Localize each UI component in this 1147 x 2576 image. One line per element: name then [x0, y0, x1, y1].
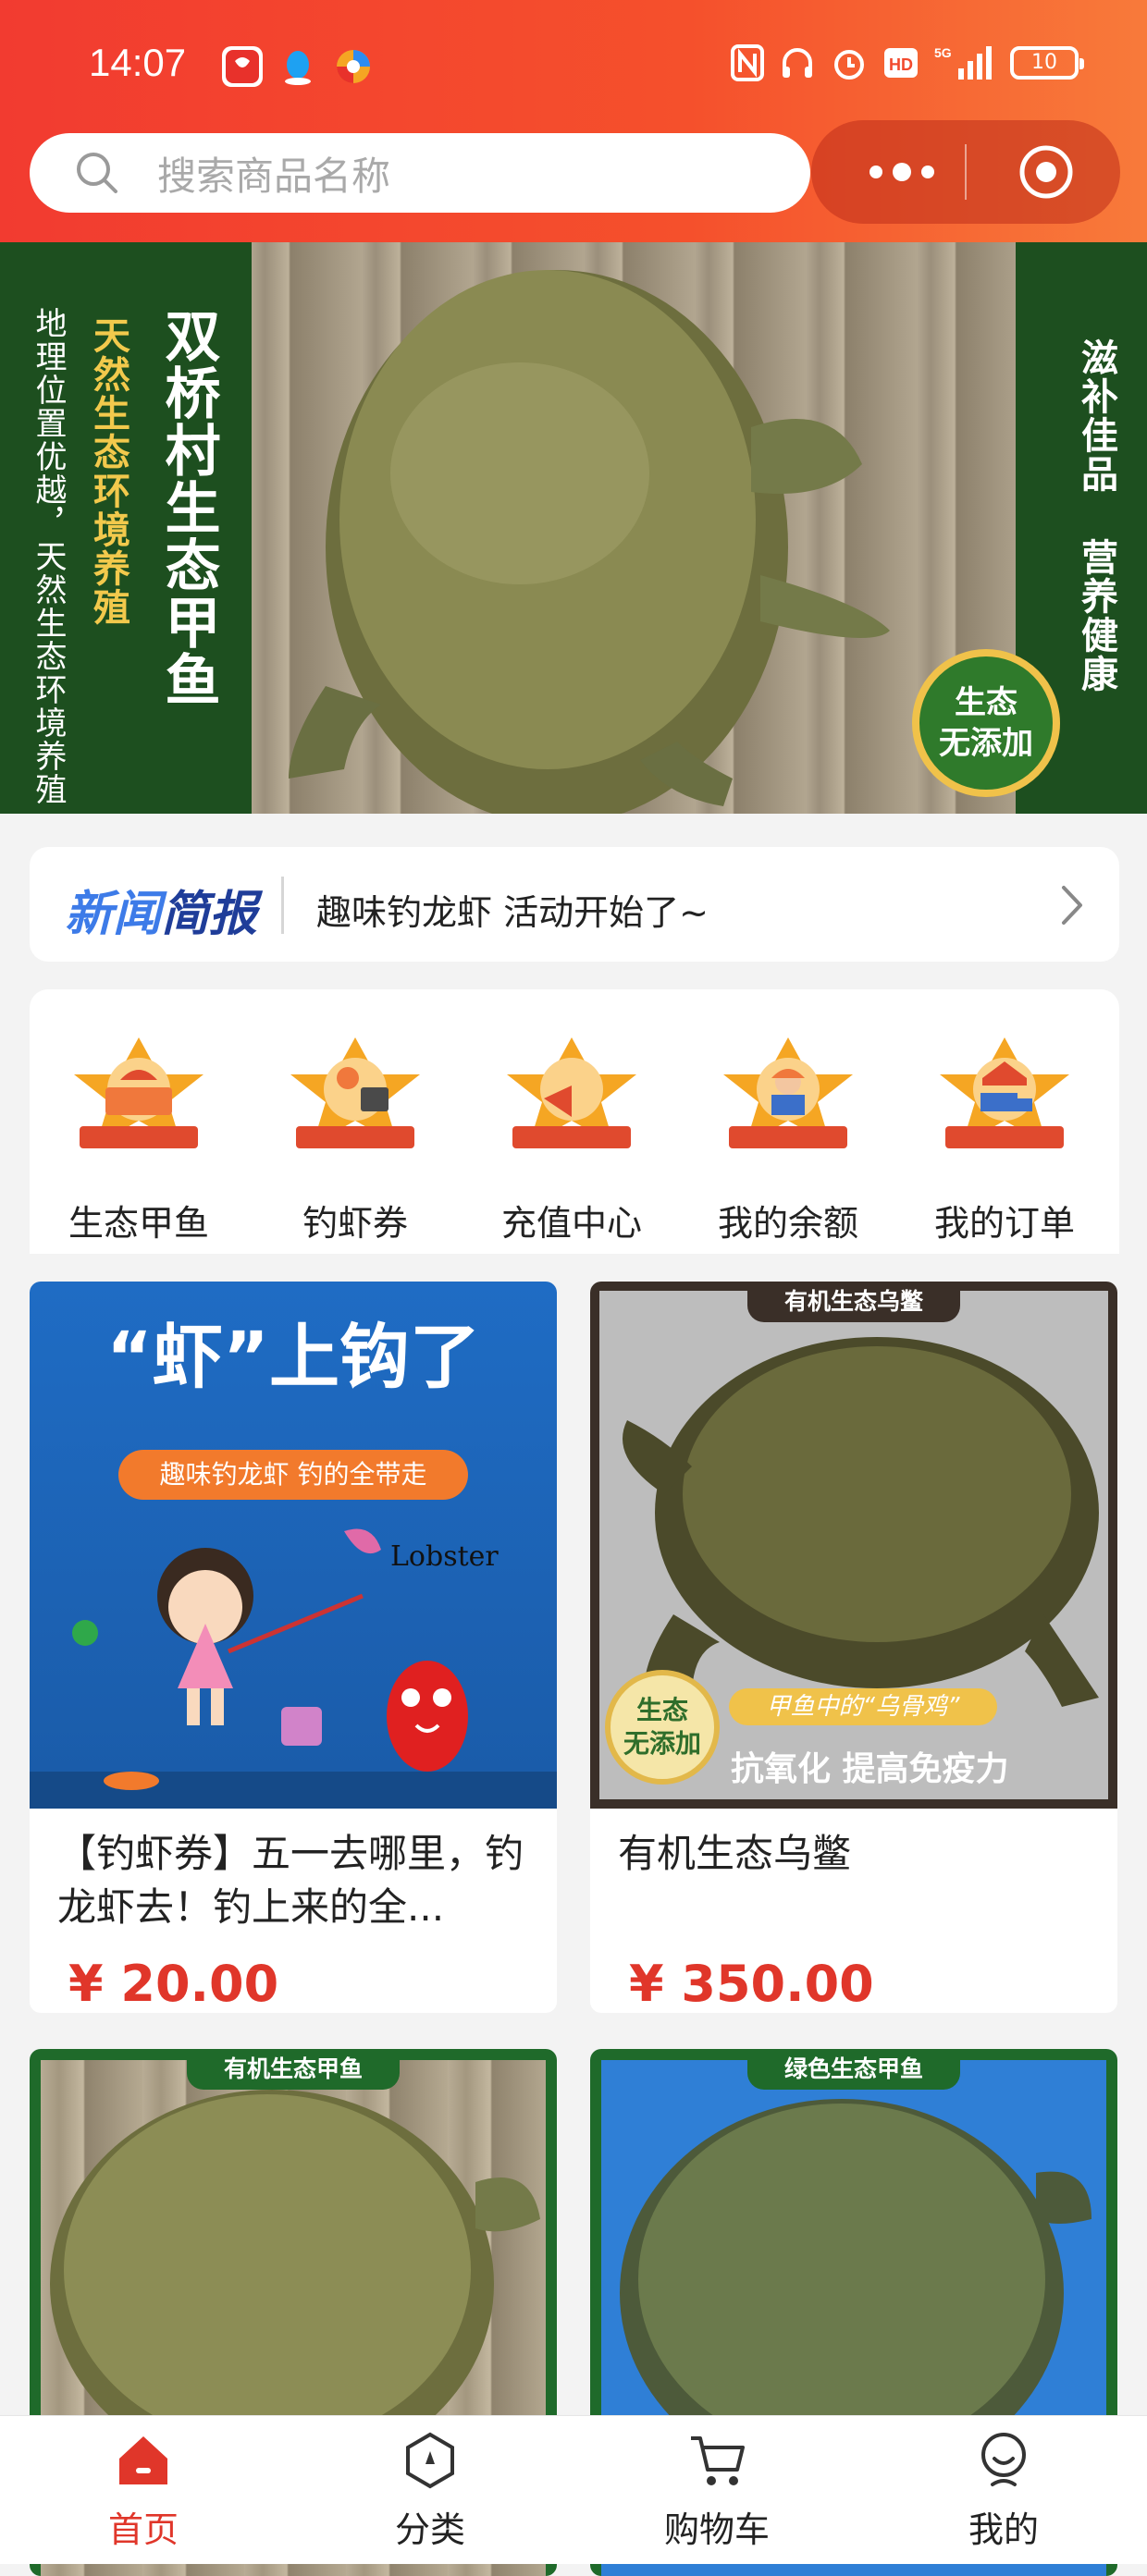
banner-description: 地理位置优越，天然生态环境养殖 — [30, 307, 67, 806]
news-label-part1: 新闻 — [65, 887, 162, 942]
menu-label: 生态甲鱼 — [68, 1203, 209, 1244]
menu-label: 我的订单 — [933, 1203, 1075, 1244]
product-card[interactable]: “虾”上钩了 趣味钓龙虾 钓的全带走 Lobster 【钓虾券】五一去哪里，钓龙… — [30, 1282, 557, 2013]
megaphone-badge-icon — [507, 1037, 636, 1148]
product-tag: 有机生态甲鱼 — [187, 2049, 400, 2090]
menu-item-recharge[interactable]: 充值中心 — [462, 1034, 681, 1245]
chevron-right-icon[interactable] — [1058, 884, 1086, 926]
banner-title: 双桥村生态甲鱼 — [155, 307, 220, 708]
status-icons: HD 5G 10 — [731, 44, 1084, 81]
product-price: ¥ 350.00 — [629, 1955, 874, 2013]
news-bulletin[interactable]: 新闻简报 趣味钓龙虾 活动开始了~ — [30, 847, 1119, 962]
cashier-badge-icon — [290, 1037, 420, 1148]
product-seal-line-2: 无添加 — [623, 1728, 701, 1759]
tab-label: 首页 — [107, 2509, 179, 2550]
banner-slogan-2: 营养健康 — [1075, 538, 1117, 693]
tab-cart[interactable]: 购物车 — [574, 2416, 860, 2564]
home-icon — [119, 2436, 167, 2484]
worker-badge-icon — [723, 1037, 853, 1148]
promo-banner[interactable]: 双桥村生态甲鱼 天然生态环境养殖 地理位置优越，天然生态环境养殖 滋补佳品 营养… — [0, 242, 1147, 814]
profile-icon — [981, 2433, 1026, 2486]
menu-label: 我的余额 — [717, 1203, 858, 1244]
close-miniprogram-icon[interactable] — [1017, 142, 1076, 202]
bottom-tab-bar: 首页 分类 购物车 我的 — [0, 2415, 1147, 2564]
menu-label: 钓虾券 — [302, 1203, 408, 1244]
battery-icon: 10 — [1010, 46, 1084, 80]
search-icon — [77, 153, 117, 193]
qq-icon — [278, 46, 318, 87]
product-ribbon: 甲鱼中的“乌骨鸡” — [729, 1688, 997, 1725]
delivery-truck-badge-icon — [940, 1037, 1069, 1148]
menu-item-eco-turtle[interactable]: 生态甲鱼 — [30, 1034, 248, 1245]
tab-label: 我的 — [968, 2509, 1039, 2550]
shop-badge-icon — [74, 1037, 204, 1148]
banner-subtitle: 天然生态环境养殖 — [87, 316, 130, 627]
tab-home[interactable]: 首页 — [0, 2416, 287, 2564]
menu-item-shrimp-voucher[interactable]: 钓虾券 — [246, 1034, 464, 1245]
softshell-turtle-image — [50, 2090, 540, 2441]
browser-icon — [333, 46, 374, 87]
tab-category[interactable]: 分类 — [287, 2416, 574, 2564]
menu-item-balance[interactable]: 我的余额 — [679, 1034, 897, 1245]
news-headline[interactable]: 趣味钓龙虾 活动开始了~ — [316, 884, 709, 935]
app-notification-icon — [222, 46, 263, 87]
tab-label: 分类 — [394, 2509, 465, 2550]
alarm-icon — [834, 50, 864, 80]
softshell-turtle-image — [289, 270, 890, 814]
miniprogram-capsule — [811, 120, 1120, 224]
poster-pill: 趣味钓龙虾 钓的全带走 — [118, 1450, 468, 1500]
status-time: 14:07 — [89, 41, 187, 84]
girl-fishing-illustration — [30, 1528, 557, 1809]
softshell-turtle-image — [620, 2099, 1092, 2441]
capsule-divider — [965, 144, 967, 200]
product-card[interactable]: 有机生态乌鳖 生态 无添加 甲鱼中的“乌骨鸡” 抗氧化 提高免疫力 有机生态乌鳖… — [590, 1282, 1117, 2013]
svg-text:HD: HD — [889, 55, 913, 74]
search-input[interactable]: 搜索商品名称 — [30, 133, 810, 213]
category-icon — [406, 2432, 454, 2489]
menu-label: 充值中心 — [500, 1203, 642, 1244]
product-image: 有机生态乌鳖 生态 无添加 甲鱼中的“乌骨鸡” 抗氧化 提高免疫力 — [590, 1282, 1117, 1809]
banner-seal: 生态 无添加 — [912, 649, 1060, 797]
status-bar: 14:07 HD 5G 10 — [0, 0, 1147, 129]
banner-photo — [252, 242, 1016, 814]
poster-title: “虾”上钩了 — [106, 1316, 480, 1398]
product-tag: 绿色生态甲鱼 — [747, 2049, 960, 2090]
hd-icon: HD — [884, 48, 918, 78]
product-seal-line-1: 生态 — [635, 1695, 688, 1725]
product-title[interactable]: 【钓虾券】五一去哪里，钓龙虾去！钓上来的全... — [30, 1809, 557, 1947]
svg-text:5G: 5G — [934, 45, 952, 60]
menu-item-orders[interactable]: 我的订单 — [895, 1034, 1114, 1245]
app-header: 14:07 HD 5G 10 搜索商品名称 — [0, 0, 1147, 242]
quick-menu: 生态甲鱼 钓虾券 充值中心 我的余额 我的订单 — [30, 989, 1119, 1254]
banner-seal-line-2: 无添加 — [939, 725, 1033, 762]
more-options-icon[interactable] — [859, 157, 952, 187]
search-placeholder: 搜索商品名称 — [157, 153, 391, 199]
banner-seal-line-1: 生态 — [955, 684, 1018, 721]
tab-label: 购物车 — [663, 2509, 770, 2550]
product-tag: 有机生态乌鳖 — [747, 1282, 960, 1322]
product-image: “虾”上钩了 趣味钓龙虾 钓的全带走 Lobster — [30, 1282, 557, 1809]
news-label-part2: 简报 — [161, 887, 258, 942]
signal-icon: 5G — [934, 45, 992, 80]
headphones-icon — [783, 48, 812, 78]
product-seal: 生态 无添加 — [605, 1670, 720, 1785]
product-price: ¥ 20.00 — [68, 1955, 279, 2013]
product-title[interactable]: 有机生态乌鳖 — [590, 1809, 1117, 1947]
nfc-icon — [731, 44, 764, 81]
banner-slogan-1: 滋补佳品 — [1075, 338, 1117, 494]
cart-icon — [691, 2436, 745, 2485]
product-slogan: 抗氧化 提高免疫力 — [731, 1750, 1009, 1788]
news-divider — [281, 877, 284, 934]
tab-profile[interactable]: 我的 — [860, 2416, 1147, 2564]
news-label: 新闻简报 — [65, 875, 257, 944]
